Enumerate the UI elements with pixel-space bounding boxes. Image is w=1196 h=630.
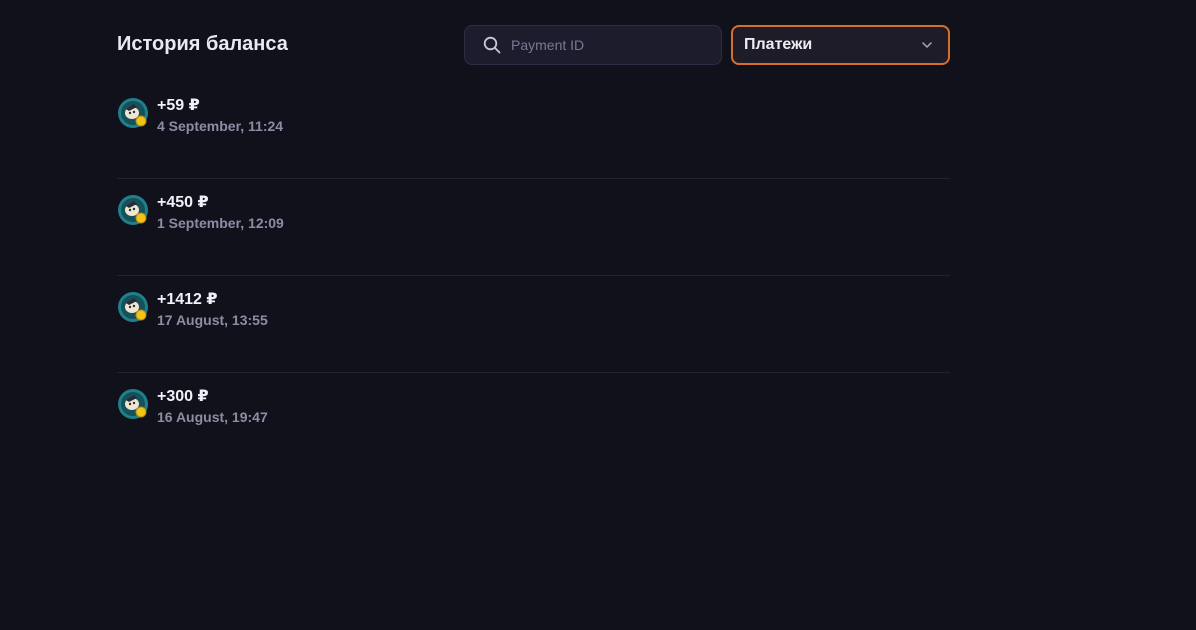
transaction-date: 16 August, 19:47: [157, 409, 268, 425]
transaction-amount: +450 ₽: [157, 194, 209, 211]
filter-select[interactable]: Платежи: [731, 25, 950, 65]
transaction-date: 4 September, 11:24: [157, 118, 284, 134]
transaction-date: 1 September, 12:09: [157, 215, 284, 231]
search-box[interactable]: [464, 25, 722, 65]
list-item: +59 ₽ 4 September, 11:24: [117, 82, 950, 179]
header: История баланса Платежи: [117, 25, 950, 65]
transaction-list: +59 ₽ 4 September, 11:24 +450 ₽ 1 Septem…: [117, 82, 950, 469]
payment-avatar-icon: [118, 98, 148, 128]
payment-avatar-icon: [118, 389, 148, 419]
list-item: +300 ₽ 16 August, 19:47: [117, 373, 950, 469]
list-item: +450 ₽ 1 September, 12:09: [117, 179, 950, 276]
payment-avatar-icon: [118, 195, 148, 225]
list-item: +1412 ₽ 17 August, 13:55: [117, 276, 950, 373]
search-icon: [483, 36, 501, 54]
balance-history-page: История баланса Платежи: [0, 0, 1196, 630]
chevron-down-icon: [922, 42, 932, 48]
transaction-amount: +59 ₽: [157, 97, 200, 114]
transaction-amount: +300 ₽: [157, 388, 209, 405]
transaction-amount: +1412 ₽: [157, 291, 218, 308]
page-title: История баланса: [117, 33, 288, 55]
filter-select-value: Платежи: [744, 36, 813, 53]
search-input[interactable]: [511, 26, 711, 64]
payment-avatar-icon: [118, 292, 148, 322]
transaction-date: 17 August, 13:55: [157, 312, 268, 328]
